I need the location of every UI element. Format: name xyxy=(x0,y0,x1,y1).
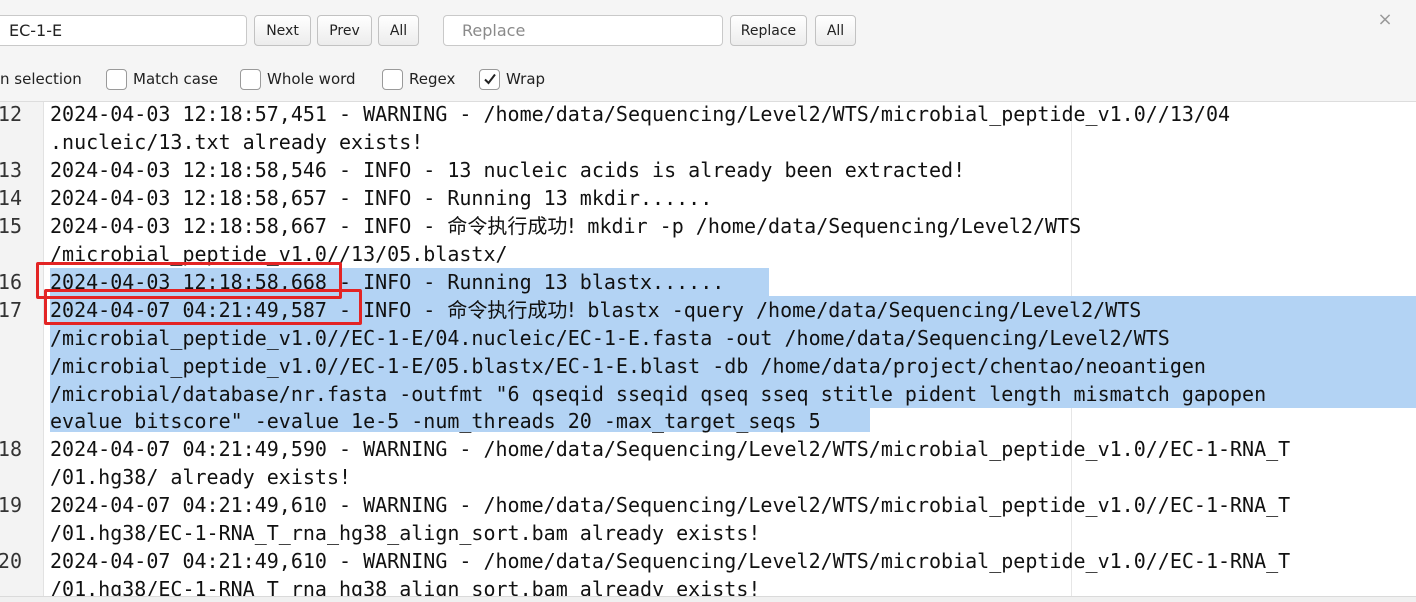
regex-checkbox[interactable] xyxy=(382,68,403,90)
close-icon[interactable]: × xyxy=(1376,10,1394,30)
replace-all-button[interactable]: All xyxy=(815,15,856,46)
code-line: 2024-04-03 12:18:58,546 - INFO - 13 nucl… xyxy=(50,158,966,182)
find-replace-panel: EC-1-E Next Prev All Replace Replace All… xyxy=(0,0,1416,102)
line-number: 18 xyxy=(0,437,22,461)
wrap-option[interactable]: Wrap xyxy=(479,66,545,92)
code-text: 2024-04-03 12:18:58,667 - INFO - xyxy=(50,214,448,238)
find-prev-button[interactable]: Prev xyxy=(317,15,372,46)
code-line: /01.hg38/ already exists! xyxy=(50,465,352,489)
code-editor[interactable]: 12 13 14 15 16 17 18 19 20 2024-04-03 12… xyxy=(0,102,1416,602)
code-line-selected: /microbial/database/nr.fasta -outfmt "6 … xyxy=(50,382,1267,406)
whole-word-option[interactable]: Whole word xyxy=(240,66,356,92)
line-number: 19 xyxy=(0,493,22,517)
find-replace-row: EC-1-E Next Prev All Replace Replace All xyxy=(0,15,1416,47)
line-number: 14 xyxy=(0,186,22,210)
replace-button[interactable]: Replace xyxy=(730,15,807,46)
search-options-row: n selection Match case Whole word Regex … xyxy=(0,66,1416,92)
line-number: 17 xyxy=(0,298,22,322)
find-next-button[interactable]: Next xyxy=(254,15,311,46)
horizontal-scrollbar[interactable] xyxy=(0,596,1416,602)
code-line: 2024-04-03 12:18:58,667 - INFO - 命令执行成功!… xyxy=(50,212,1081,240)
code-line: /01.hg38/EC-1-RNA_T_rna_hg38_align_sort.… xyxy=(50,521,761,545)
code-line: 2024-04-07 04:21:49,590 - WARNING - /hom… xyxy=(50,437,1291,461)
code-text-cjk: 命令执行成功! xyxy=(447,298,576,322)
code-line: 2024-04-07 04:21:49,610 - WARNING - /hom… xyxy=(50,549,1291,573)
regex-label: Regex xyxy=(409,70,456,88)
code-line: 2024-04-03 12:18:58,657 - INFO - Running… xyxy=(50,186,713,210)
replace-input[interactable]: Replace xyxy=(443,15,723,46)
wrap-label: Wrap xyxy=(506,70,546,88)
match-case-checkbox[interactable] xyxy=(106,68,127,90)
code-line-selected: 2024-04-03 12:18:58,668 - INFO - Running… xyxy=(50,270,725,294)
code-line-selected: /microbial_peptide_v1.0//EC-1-E/04.nucle… xyxy=(50,326,1170,350)
in-selection-option[interactable]: n selection xyxy=(0,66,82,92)
code-line-selected: /microbial_peptide_v1.0//EC-1-E/05.blast… xyxy=(50,354,1206,378)
regex-option[interactable]: Regex xyxy=(382,66,455,92)
line-number: 13 xyxy=(0,158,22,182)
find-input[interactable]: EC-1-E xyxy=(0,15,247,46)
code-line: 2024-04-03 12:18:57,451 - WARNING - /hom… xyxy=(50,102,1231,126)
code-text: mkdir -p /home/data/Sequencing/Level2/WT… xyxy=(575,214,1082,238)
code-line-selected: evalue bitscore" -evalue 1e-5 -num_threa… xyxy=(50,409,821,433)
in-selection-label: n selection xyxy=(0,70,82,88)
find-all-button[interactable]: All xyxy=(378,15,419,46)
line-number: 15 xyxy=(0,214,22,238)
line-number: 12 xyxy=(0,102,22,126)
whole-word-checkbox[interactable] xyxy=(240,68,261,90)
code-text: 2024-04-07 04:21:49,587 - INFO - xyxy=(50,298,448,322)
code-text: blastx -query /home/data/Sequencing/Leve… xyxy=(575,298,1142,322)
match-case-option[interactable]: Match case xyxy=(106,66,218,92)
match-case-label: Match case xyxy=(133,70,219,88)
code-line: /microbial_peptide_v1.0//13/05.blastx/ xyxy=(50,242,508,266)
code-text-cjk: 命令执行成功! xyxy=(447,214,576,238)
code-line-selected: 2024-04-07 04:21:49,587 - INFO - 命令执行成功!… xyxy=(50,296,1141,324)
wrap-checkbox[interactable] xyxy=(479,68,500,90)
code-line: .nucleic/13.txt already exists! xyxy=(50,130,424,154)
line-number: 20 xyxy=(0,549,22,573)
code-line: 2024-04-07 04:21:49,610 - WARNING - /hom… xyxy=(50,493,1291,517)
line-number: 16 xyxy=(0,270,22,294)
checkmark-icon xyxy=(483,73,496,85)
whole-word-label: Whole word xyxy=(267,70,356,88)
